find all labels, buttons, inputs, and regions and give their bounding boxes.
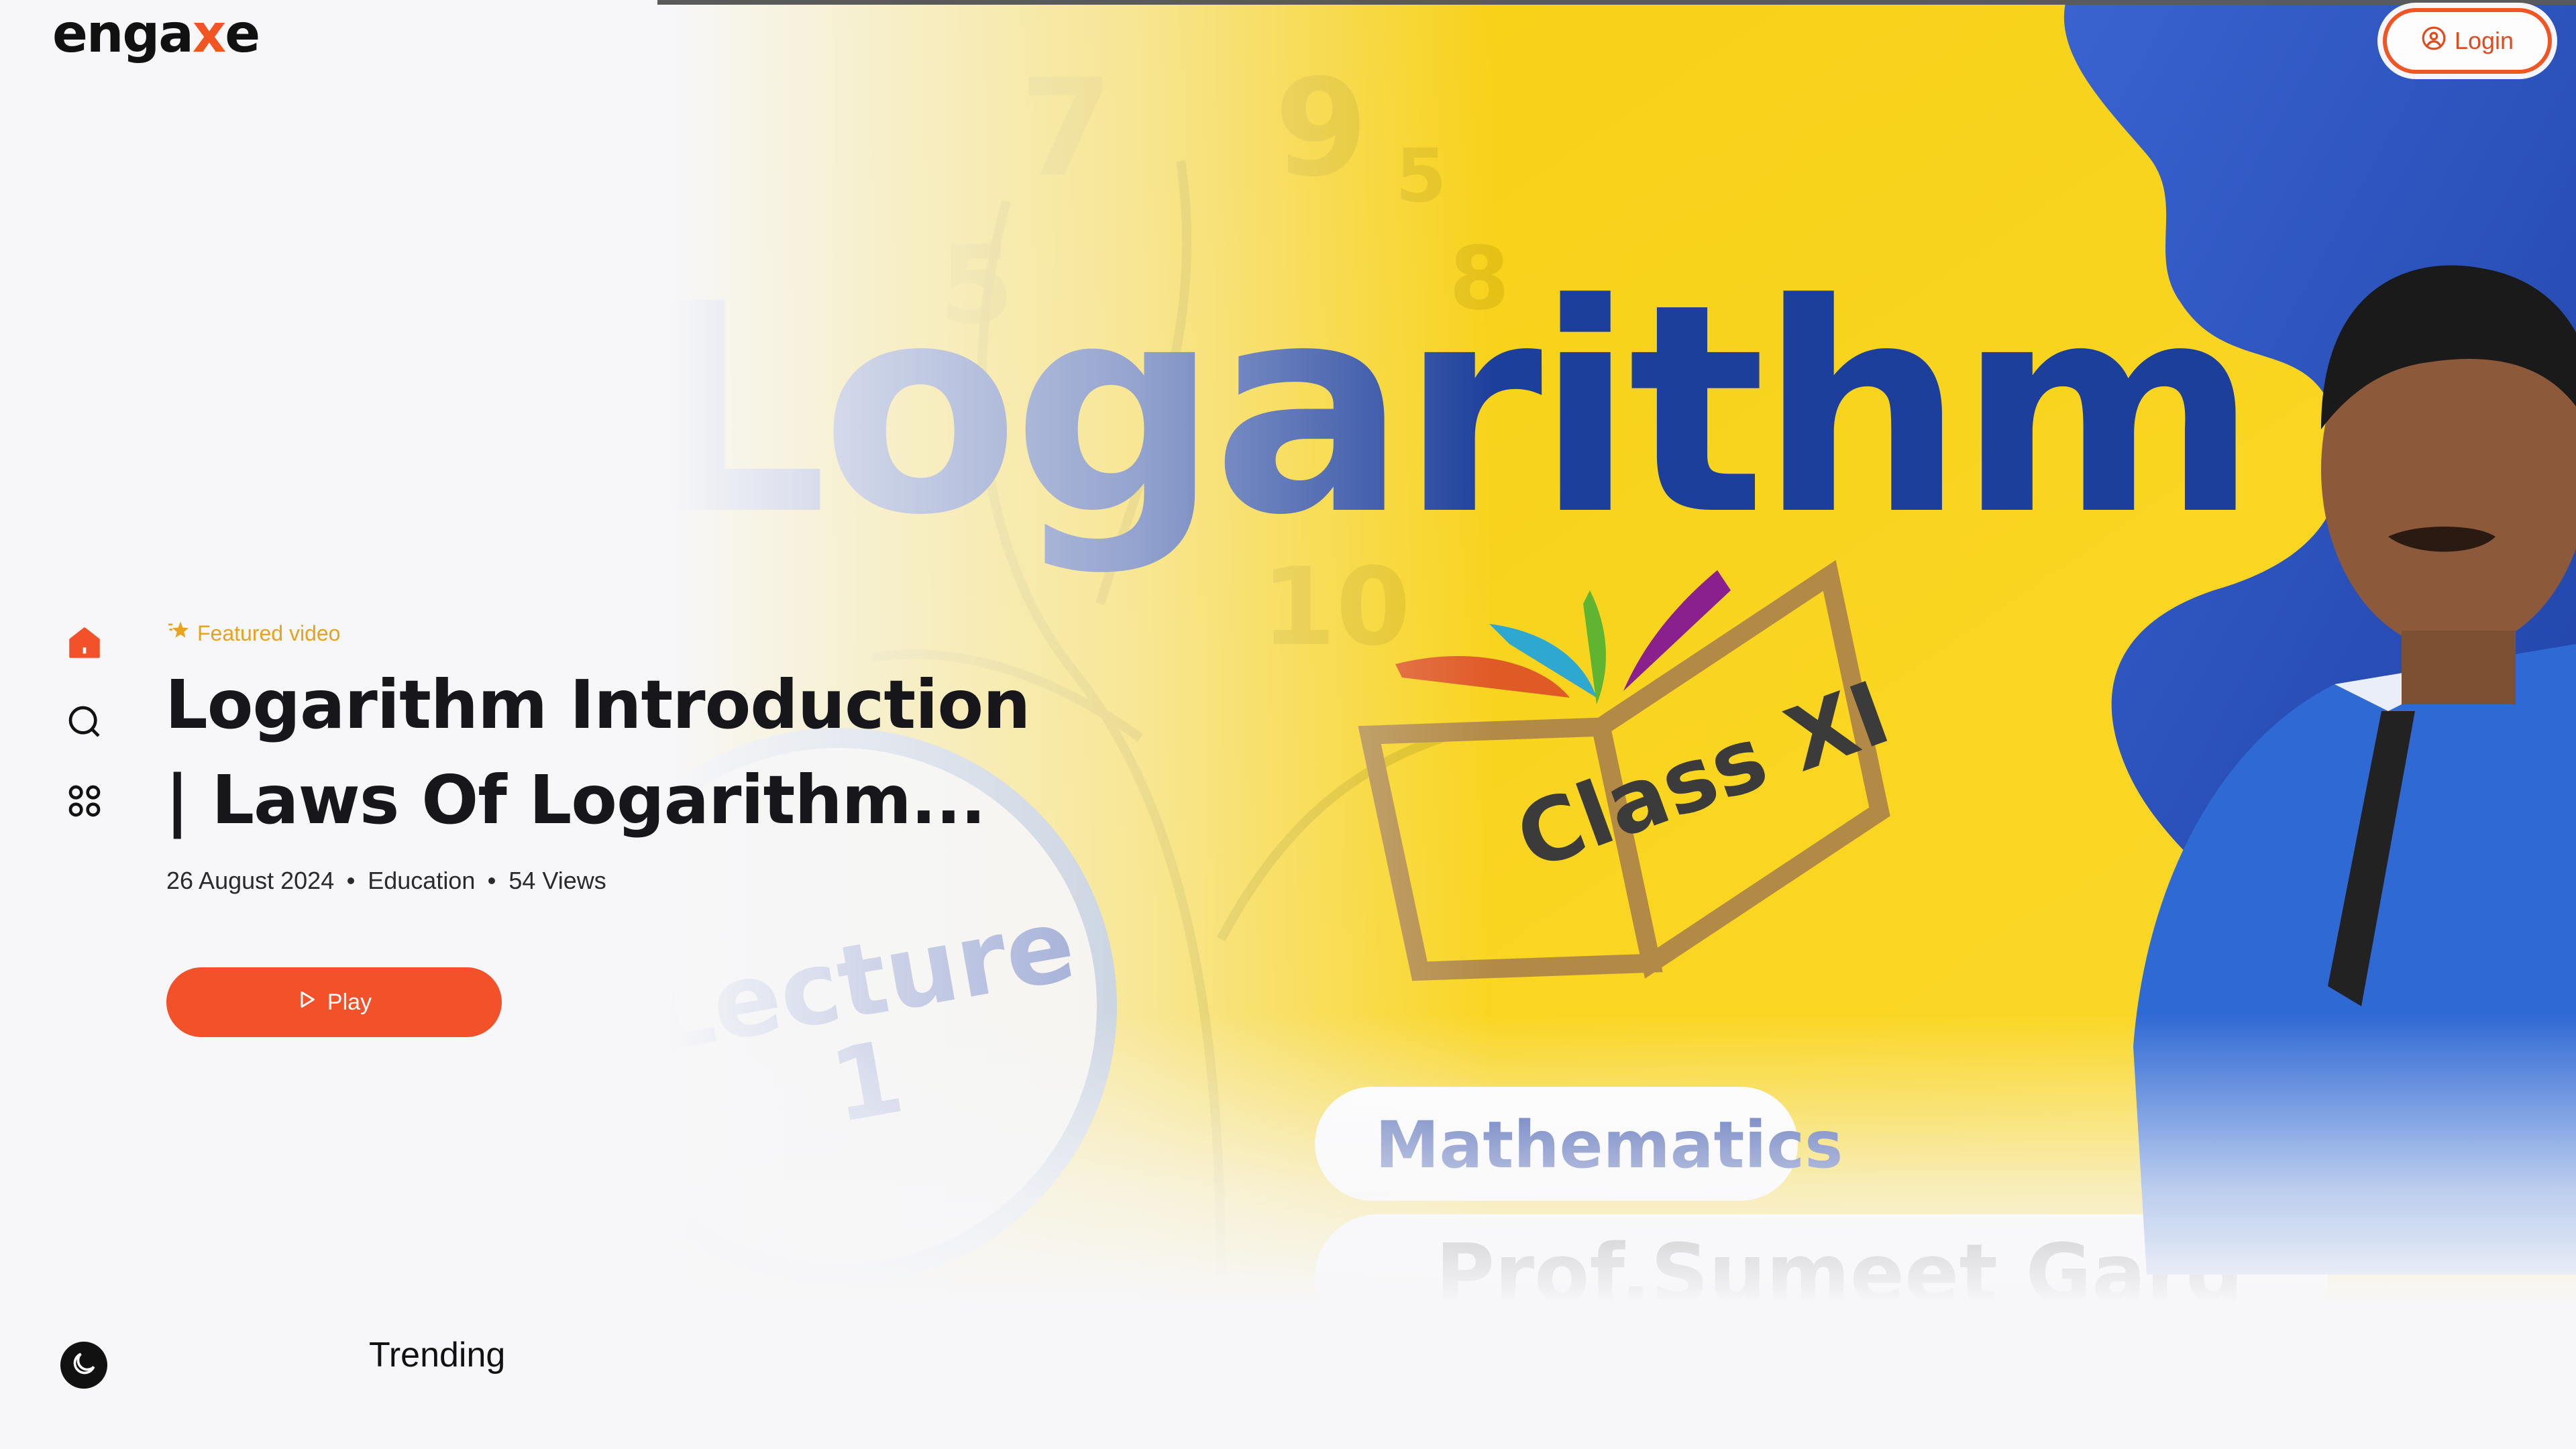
side-nav: [64, 624, 105, 861]
login-label: Login: [2454, 27, 2514, 54]
video-views: 54 Views: [508, 867, 606, 894]
home-icon: [66, 624, 103, 664]
video-meta: 26 August 2024 Education 54 Views: [166, 867, 606, 895]
nav-categories[interactable]: [64, 782, 105, 822]
brand-logo[interactable]: engaxe: [52, 4, 260, 64]
featured-badge: Featured video: [166, 619, 340, 648]
top-border: [657, 0, 2576, 5]
play-icon: [297, 989, 318, 1016]
sparkle-star-icon: [166, 619, 191, 648]
play-label: Play: [327, 989, 372, 1015]
search-icon: [66, 703, 103, 743]
featured-label-text: Featured video: [197, 621, 341, 645]
user-circle-icon: [2421, 25, 2447, 57]
moon-icon: [69, 1349, 99, 1381]
grid-icon: [66, 782, 103, 822]
logo-text-suffix: e: [225, 4, 260, 64]
trending-heading: Trending: [369, 1336, 506, 1375]
logo-text-prefix: enga: [52, 4, 194, 64]
nav-home[interactable]: [64, 624, 105, 664]
video-title[interactable]: Logarithm Introduction | Laws Of Logarit…: [165, 657, 1037, 848]
nav-search[interactable]: [64, 703, 105, 743]
theme-toggle-button[interactable]: [60, 1342, 107, 1389]
meta-separator: [347, 877, 355, 884]
video-category[interactable]: Education: [368, 867, 475, 895]
logo-text-x: x: [192, 4, 226, 64]
meta-separator: [488, 877, 496, 884]
play-button[interactable]: Play: [166, 967, 502, 1037]
video-date: 26 August 2024: [166, 867, 335, 894]
login-button[interactable]: Login: [2383, 8, 2552, 74]
